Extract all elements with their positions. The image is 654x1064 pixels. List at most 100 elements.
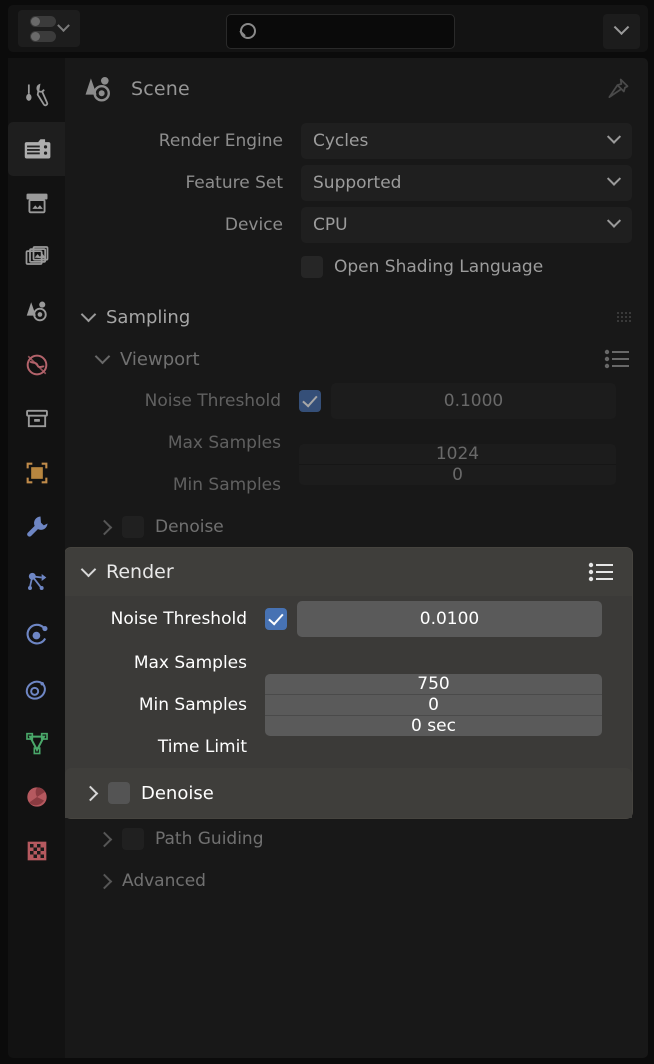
render-noise-threshold-label: Noise Threshold — [110, 609, 247, 629]
open-shading-language-checkbox[interactable] — [301, 256, 323, 278]
chevron-down-icon — [606, 129, 622, 144]
path-guiding-checkbox[interactable] — [122, 828, 144, 850]
device-label: Device — [224, 215, 283, 235]
world-globe-icon — [26, 354, 47, 376]
render-engine-dropdown[interactable]: Cycles — [301, 123, 632, 159]
render-denoise-header[interactable]: Denoise — [65, 768, 632, 818]
sampling-render-subsection: Render Noise Threshold 0.0100 Max Sample… — [65, 548, 632, 818]
viewport-max-samples-value[interactable]: 1024 — [299, 443, 616, 464]
path-guiding-label: Path Guiding — [155, 829, 264, 849]
sampling-viewport-subsection: Viewport Noise Threshold 0.1000 Max Samp… — [79, 338, 648, 548]
render-denoise-checkbox[interactable] — [108, 782, 130, 804]
render-max-samples-value[interactable]: 750 — [265, 674, 602, 694]
render-noise-threshold-row: Noise Threshold 0.0100 — [65, 596, 632, 642]
tab-world[interactable] — [8, 338, 65, 392]
material-sphere-icon — [26, 787, 47, 807]
tab-collection[interactable] — [8, 392, 65, 446]
scene-cone-sphere-icon — [26, 301, 47, 322]
tab-tool[interactable] — [8, 68, 65, 122]
constraint-clamp-icon — [25, 680, 46, 700]
render-min-samples-value[interactable]: 0 — [265, 694, 602, 715]
feature-set-value: Supported — [313, 173, 402, 193]
viewport-min-samples-label: Min Samples — [172, 475, 281, 495]
render-preset-button[interactable] — [588, 561, 616, 583]
path-guiding-header[interactable]: Path Guiding — [79, 818, 648, 860]
render-samples-rows: Max Samples Min Samples Time Limit 750 0… — [65, 642, 632, 768]
chevron-right-icon — [96, 831, 113, 847]
render-denoise-label: Denoise — [141, 782, 214, 804]
pin-button[interactable] — [604, 75, 632, 103]
render-noise-threshold-checkbox[interactable] — [265, 608, 287, 630]
properties-tab-column — [8, 58, 65, 1058]
render-min-samples-label: Min Samples — [138, 695, 247, 715]
checker-texture-icon — [27, 841, 46, 861]
device-value: CPU — [313, 215, 348, 235]
feature-set-row: Feature Set Supported — [65, 162, 648, 204]
chevron-down-icon — [57, 19, 70, 33]
tab-output[interactable] — [8, 176, 65, 230]
preset-list-icon — [604, 349, 629, 369]
properties-editor-icon — [30, 15, 56, 42]
path-guiding-subsection: Path Guiding — [79, 818, 648, 860]
viewport-min-samples-value[interactable]: 0 — [299, 463, 616, 485]
blender-properties-editor: Scene Render Engine Cycles Feature Set S… — [0, 0, 654, 1064]
render-subsection-header[interactable]: Render — [65, 548, 632, 596]
tab-render[interactable] — [8, 122, 65, 176]
tab-object-constraints[interactable] — [8, 662, 65, 716]
viewport-noise-threshold-value[interactable]: 0.1000 — [331, 383, 616, 419]
chevron-down-icon — [606, 171, 622, 186]
render-time-limit-value[interactable]: 0 sec — [265, 715, 602, 736]
tab-particles[interactable] — [8, 554, 65, 608]
chevron-down-icon — [80, 561, 97, 578]
sampling-title: Sampling — [106, 306, 191, 328]
tab-modifiers[interactable] — [8, 500, 65, 554]
chevron-right-icon — [82, 785, 99, 801]
viewport-header[interactable]: Viewport — [79, 338, 648, 380]
chevron-right-icon — [96, 519, 113, 535]
pin-icon — [608, 78, 629, 98]
tab-material[interactable] — [8, 770, 65, 824]
viewport-denoise-checkbox[interactable] — [122, 516, 144, 538]
render-engine-label: Render Engine — [158, 131, 283, 151]
advanced-header[interactable]: Advanced — [79, 860, 648, 902]
search-icon — [238, 22, 256, 41]
sampling-header[interactable]: Sampling — [65, 296, 648, 338]
search-input[interactable] — [256, 23, 454, 40]
viewport-noise-threshold-checkbox[interactable] — [299, 390, 321, 412]
device-dropdown[interactable]: CPU — [301, 207, 632, 243]
breadcrumb: Scene — [65, 58, 648, 120]
open-shading-language-label: Open Shading Language — [334, 257, 544, 277]
feature-set-label: Feature Set — [185, 173, 283, 193]
viewport-noise-threshold-row: Noise Threshold 0.1000 — [79, 380, 648, 422]
header-options-menu[interactable] — [603, 14, 640, 49]
tab-texture[interactable] — [8, 824, 65, 878]
tab-object-data[interactable] — [8, 716, 65, 770]
viewport-preset-button[interactable] — [604, 348, 632, 370]
chevron-down-icon — [606, 213, 622, 228]
collection-box-icon — [25, 409, 48, 428]
device-row: Device CPU — [65, 204, 648, 246]
mesh-data-triangle-icon — [25, 732, 48, 755]
chevron-right-icon — [96, 873, 113, 889]
tab-view-layer[interactable] — [8, 230, 65, 284]
render-time-limit-label: Time Limit — [157, 737, 247, 757]
tab-object[interactable] — [8, 446, 65, 500]
render-noise-threshold-value[interactable]: 0.0100 — [297, 601, 602, 637]
properties-panel: Scene Render Engine Cycles Feature Set S… — [65, 58, 648, 1058]
editor-header — [8, 5, 648, 52]
editor-type-selector[interactable] — [18, 10, 80, 47]
images-icon — [25, 246, 48, 265]
tab-scene[interactable] — [8, 284, 65, 338]
sampling-section: Sampling Viewport Noise Threshold 0.1000… — [65, 296, 648, 902]
chevron-down-icon — [613, 19, 630, 36]
advanced-subsection: Advanced — [79, 860, 648, 902]
tab-physics[interactable] — [8, 608, 65, 662]
feature-set-dropdown[interactable]: Supported — [301, 165, 632, 201]
render-engine-row: Render Engine Cycles — [65, 120, 648, 162]
viewport-denoise-header[interactable]: Denoise — [79, 506, 648, 548]
viewport-noise-threshold-label: Noise Threshold — [144, 391, 281, 411]
page-title: Scene — [131, 78, 190, 100]
search-field[interactable] — [226, 14, 455, 49]
scene-cone-sphere-icon — [85, 76, 110, 102]
render-engine-value: Cycles — [313, 131, 369, 151]
